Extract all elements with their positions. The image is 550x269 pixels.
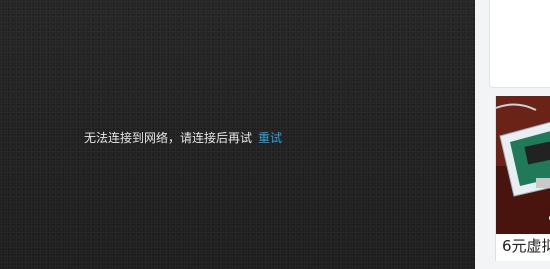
video-player[interactable]: 无法连接到网络，请连接后再试 重试 [0,0,475,269]
device-photo-icon[interactable] [496,96,550,234]
network-error-message: 无法连接到网络，请连接后再试 重试 [84,130,282,146]
right-sidebar: 6元虚拟 [475,0,550,269]
promo-caption[interactable]: 6元虚拟 [502,236,550,256]
error-text: 无法连接到网络，请连接后再试 [84,131,253,145]
app-window: 无法连接到网络，请连接后再试 重试 6元虚拟 [0,0,550,269]
retry-link[interactable]: 重试 [258,131,282,145]
promo-card[interactable]: 6元虚拟 [495,96,550,261]
sidebar-panel [489,0,550,88]
